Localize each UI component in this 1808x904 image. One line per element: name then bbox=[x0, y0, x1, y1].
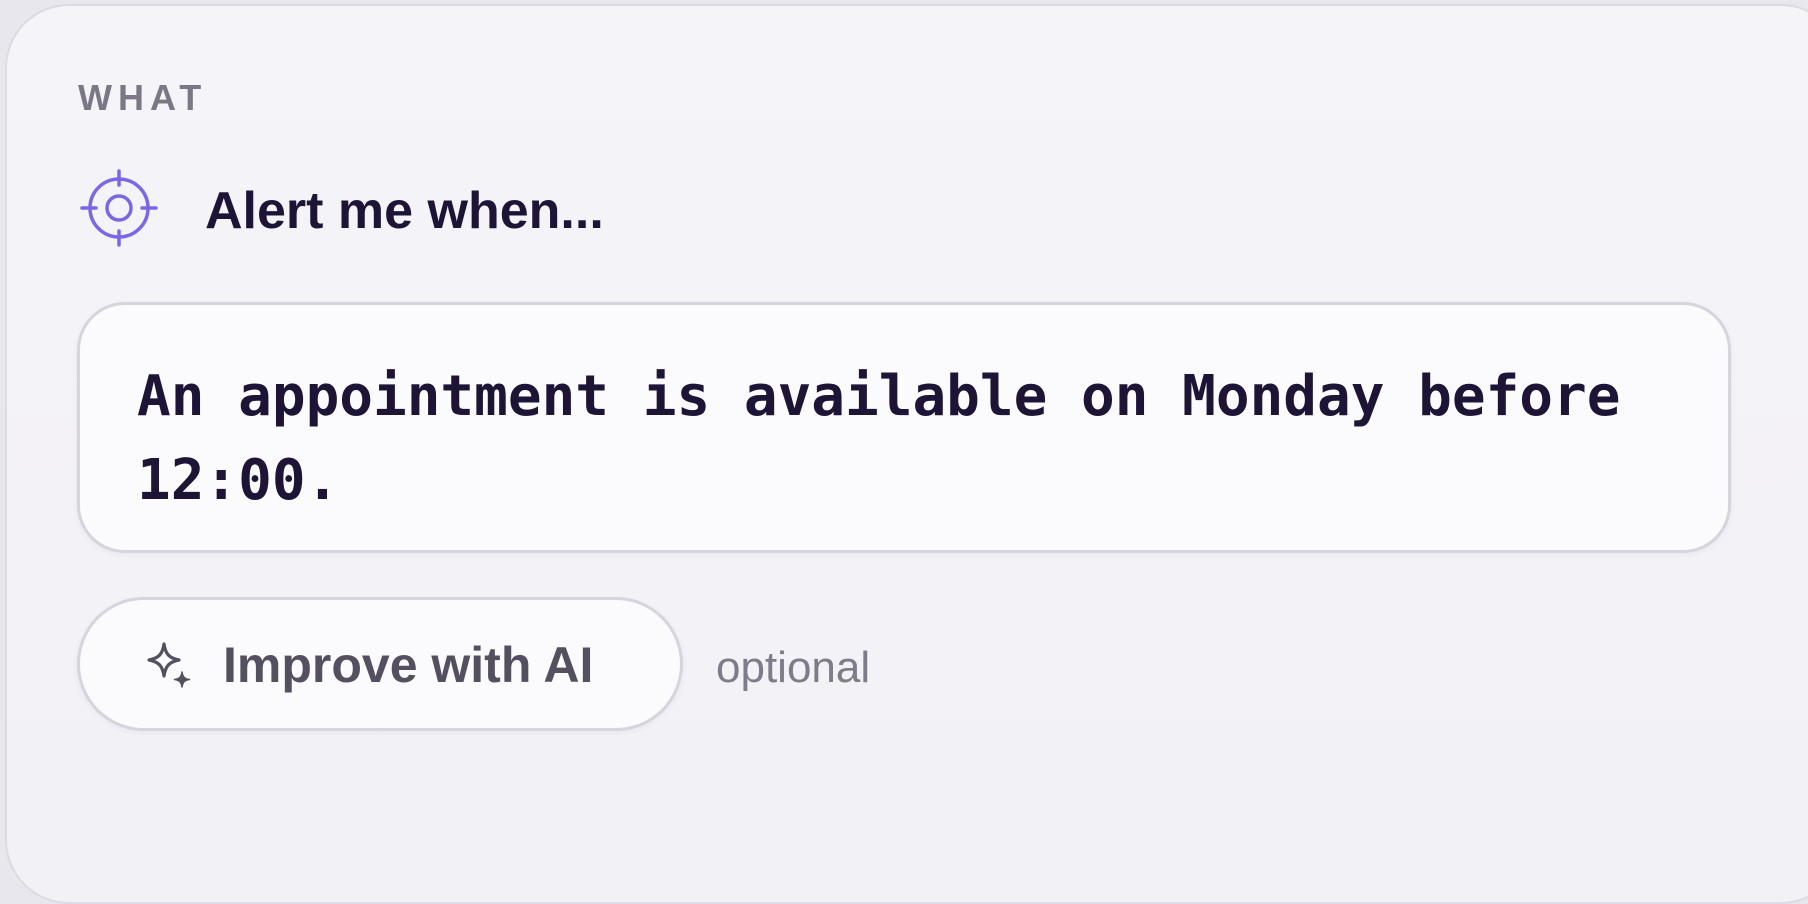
improve-with-ai-button[interactable]: Improve with AI bbox=[77, 597, 683, 731]
optional-hint: optional bbox=[716, 643, 871, 692]
target-icon bbox=[80, 169, 158, 247]
alert-condition-input[interactable]: An appointment is available on Monday be… bbox=[77, 302, 1731, 553]
alert-condition-text[interactable]: An appointment is available on Monday be… bbox=[137, 355, 1657, 523]
improve-with-ai-label: Improve with AI bbox=[223, 637, 594, 693]
alert-heading: Alert me when... bbox=[205, 182, 604, 240]
sparkle-icon bbox=[147, 642, 191, 688]
section-label: WHAT bbox=[78, 77, 208, 118]
